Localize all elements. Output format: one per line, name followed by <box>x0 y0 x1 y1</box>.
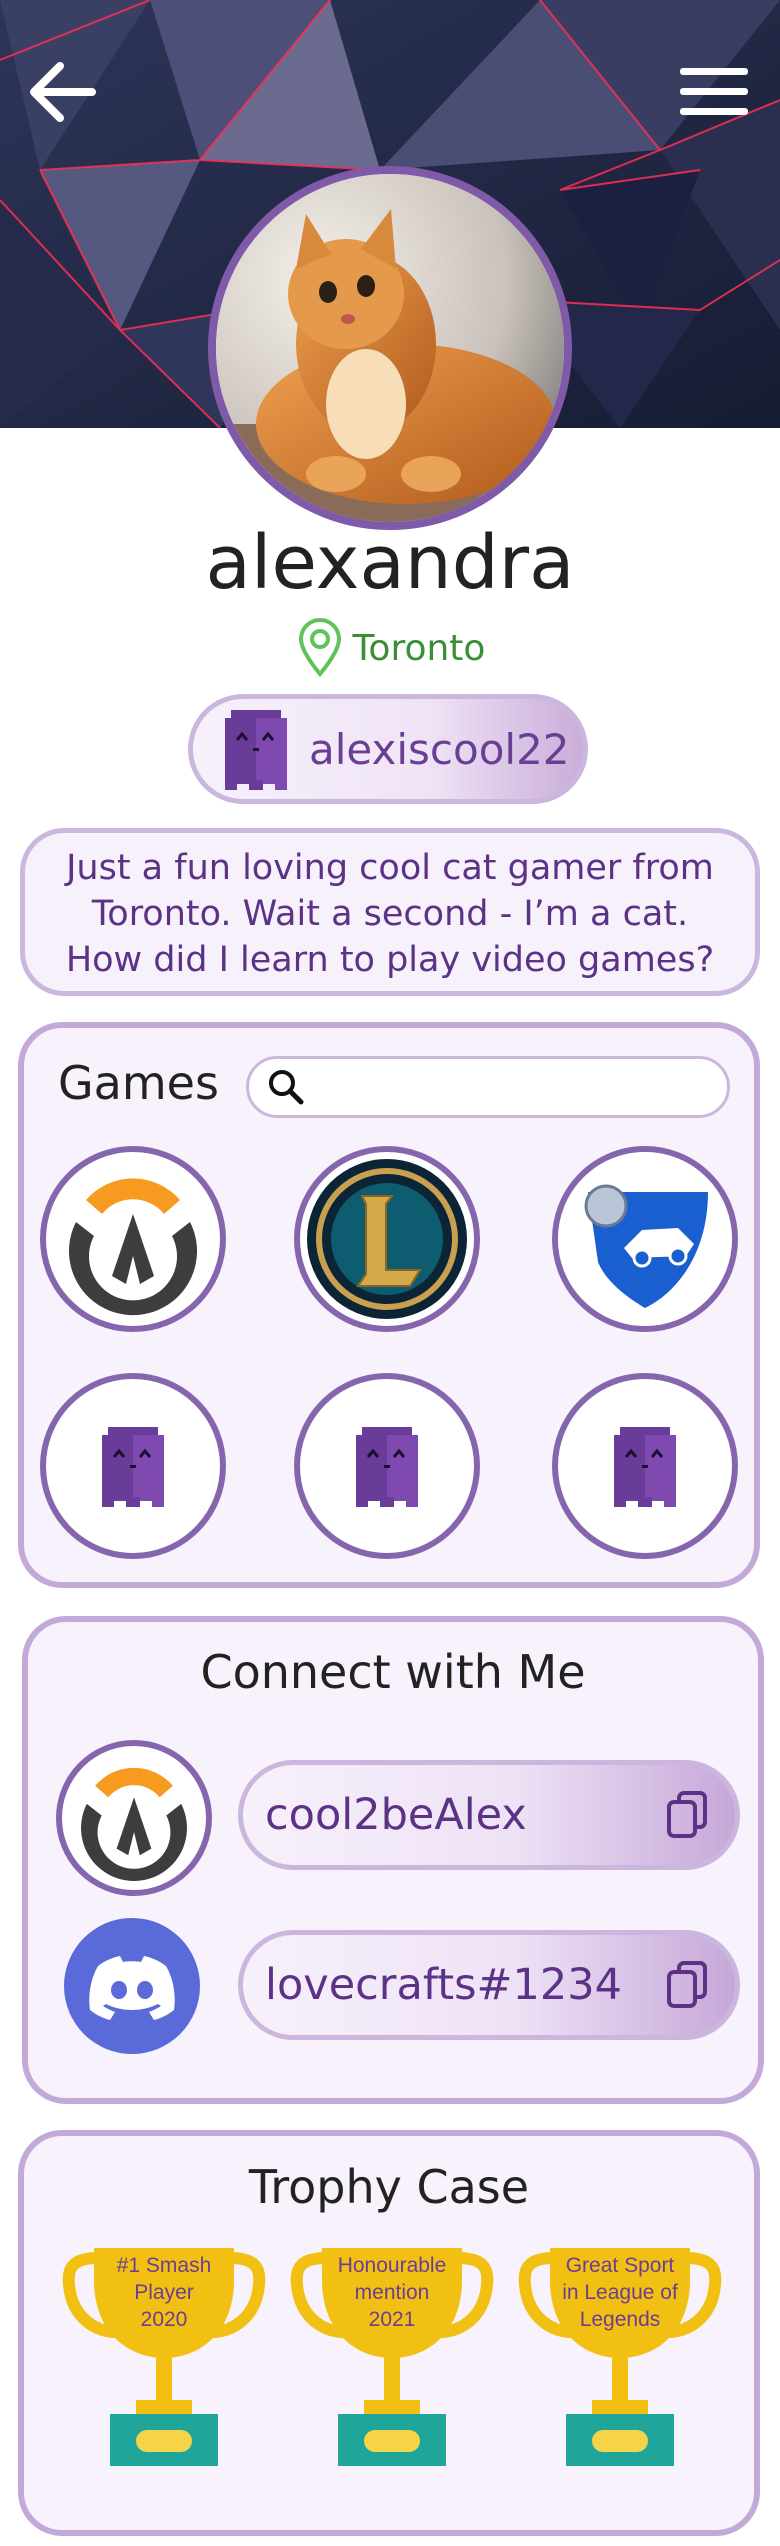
trophy-item: Great Sport in League of Legends <box>516 2240 724 2474</box>
game-rocket-league[interactable] <box>552 1146 738 1332</box>
connect-overwatch-logo <box>56 1740 212 1896</box>
bio-text: Just a fun loving cool cat gamer from To… <box>20 828 760 996</box>
trophy-line: in League of <box>562 2281 678 2304</box>
trophy-line: Honourable <box>337 2254 447 2277</box>
games-search-input[interactable] <box>315 1068 699 1106</box>
back-button[interactable] <box>26 58 98 130</box>
search-icon <box>269 1070 304 1105</box>
rocket-league-logo-icon <box>558 1152 732 1326</box>
ghost-placeholder-icon <box>356 1427 418 1507</box>
connect-item-discord[interactable]: lovecrafts#1234 <box>238 1930 740 2040</box>
trophy-item: Honourable mention 2021 <box>288 2240 496 2474</box>
menu-button[interactable] <box>672 62 752 126</box>
games-title: Games <box>58 1056 219 1110</box>
gamertag-pill[interactable]: alexiscool22 <box>188 694 588 804</box>
trophy-title: Trophy Case <box>248 2160 530 2214</box>
location: Toronto <box>0 618 780 678</box>
discord-logo-icon <box>89 1956 175 2020</box>
copy-icon[interactable] <box>665 1960 709 2010</box>
trophy-line: #1 Smash <box>116 2254 212 2277</box>
ghost-placeholder-icon <box>614 1427 676 1507</box>
trophy-line: Legends <box>579 2308 661 2331</box>
connect-discord-logo <box>64 1918 200 2054</box>
ghost-avatar-icon <box>225 710 287 790</box>
overwatch-logo-icon <box>57 1163 209 1316</box>
game-placeholder[interactable] <box>40 1373 226 1559</box>
game-placeholder[interactable] <box>552 1373 738 1559</box>
location-text: Toronto <box>352 627 486 669</box>
trophy-line: mention <box>354 2281 430 2304</box>
connect-title: Connect with Me <box>200 1645 586 1699</box>
trophy-line: 2021 <box>368 2308 416 2331</box>
location-pin-icon <box>298 618 341 678</box>
connect-handle: lovecrafts#1234 <box>265 1960 622 2010</box>
hamburger-menu-icon <box>680 68 748 115</box>
trophy-line: Great Sport <box>565 2254 675 2277</box>
game-placeholder[interactable] <box>294 1373 480 1559</box>
trophy-line: 2020 <box>140 2308 188 2331</box>
username: alexandra <box>205 520 575 606</box>
game-overwatch[interactable] <box>40 1146 226 1332</box>
arrow-left-icon <box>30 62 96 122</box>
trophy-line: Player <box>134 2281 194 2304</box>
connect-handle: cool2beAlex <box>265 1790 527 1840</box>
copy-icon[interactable] <box>665 1790 709 1840</box>
games-search[interactable] <box>246 1056 730 1118</box>
gamertag-text: alexiscool22 <box>309 724 570 774</box>
league-of-legends-logo-icon <box>307 1159 467 1319</box>
game-league-of-legends[interactable] <box>294 1146 480 1332</box>
ghost-placeholder-icon <box>102 1427 164 1507</box>
overwatch-logo-icon <box>71 1755 197 1881</box>
trophy-item: #1 Smash Player 2020 <box>60 2240 268 2474</box>
cat-photo <box>216 174 564 522</box>
connect-item-overwatch[interactable]: cool2beAlex <box>238 1760 740 1870</box>
profile-avatar[interactable] <box>208 166 572 530</box>
